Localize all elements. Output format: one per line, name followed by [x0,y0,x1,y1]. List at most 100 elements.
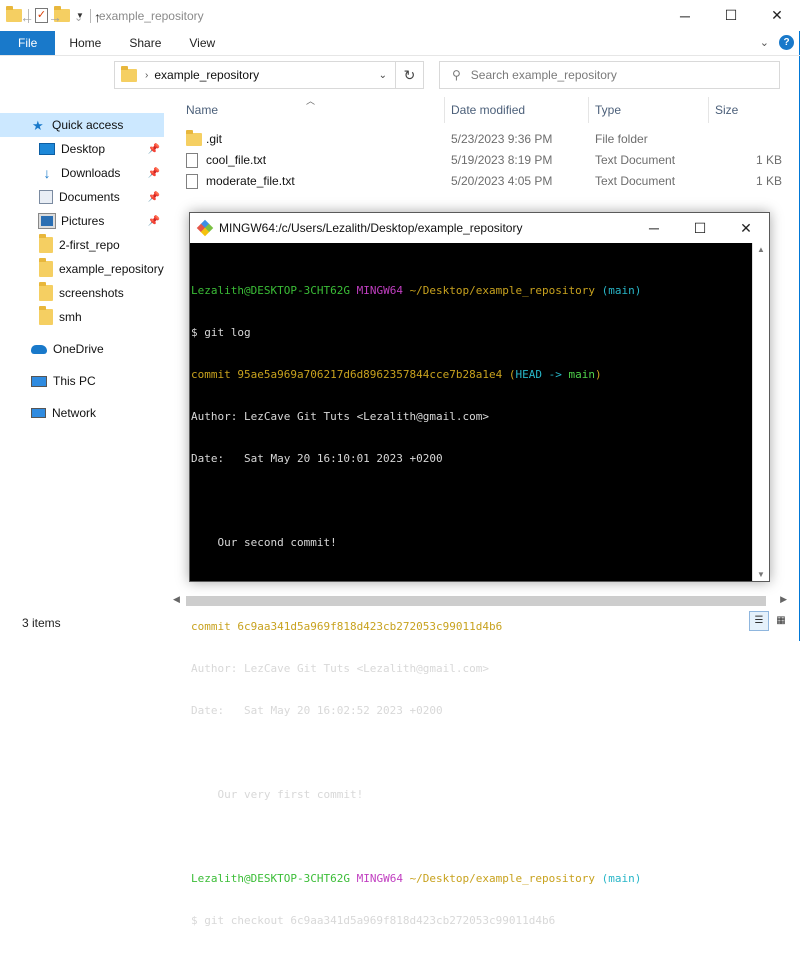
sidebar-item-example-repository[interactable]: example_repository [0,257,164,281]
date-line: Date: Sat May 20 16:10:01 2023 +0200 [191,452,443,465]
file-explorer-window: ✓ ▼ example_repository ─ ☐ ✕ File Home S… [0,0,800,927]
command-line: $ git checkout 6c9aa341d5a969f818d423cb2… [191,914,556,927]
search-icon: ⚲ [452,68,461,82]
navigation-pane: ★ Quick access Desktop 📌 ↓ Downloads 📌 D… [0,96,170,596]
folder-icon [39,258,53,277]
address-path[interactable]: example_repository [154,68,259,82]
sidebar-item-documents[interactable]: Documents 📌 [0,185,164,209]
column-header-date[interactable]: Date modified [451,98,525,122]
back-button[interactable]: ← [20,9,34,25]
file-date: 5/23/2023 9:36 PM [451,132,553,146]
terminal-minimize-button[interactable]: ─ [631,213,677,243]
commit-hash-line: commit 6c9aa341d5a969f818d423cb272053c99… [191,620,503,633]
help-icon[interactable]: ? [779,35,794,50]
address-bar[interactable]: › example_repository ⌄ [114,61,396,89]
sidebar-item-network[interactable]: Network [0,401,164,425]
file-row[interactable]: moderate_file.txt 5/20/2023 4:05 PM Text… [182,170,792,191]
sidebar-item-desktop[interactable]: Desktop 📌 [0,137,164,161]
cloud-icon [31,344,47,354]
file-date: 5/20/2023 4:05 PM [451,174,553,188]
sidebar-item-smh[interactable]: smh [0,305,164,329]
text-file-icon [186,174,198,189]
terminal-scrollbar[interactable]: ▲ ▼ [752,243,769,581]
file-size: 1 KB [755,153,782,167]
desktop-icon [39,143,55,155]
column-divider[interactable] [588,97,589,123]
refresh-button[interactable]: ↻ [396,61,424,89]
recent-locations-button[interactable]: ⌄ [74,11,83,24]
sidebar-item-downloads[interactable]: ↓ Downloads 📌 [0,161,164,185]
commit-message: Our second commit! [191,536,337,549]
sidebar-item-onedrive[interactable]: OneDrive [0,337,164,361]
download-icon: ↓ [43,165,51,181]
terminal-close-button[interactable]: ✕ [723,213,769,243]
documents-icon [39,190,53,204]
column-header-name[interactable]: Name [186,98,218,122]
file-type: Text Document [595,174,676,188]
close-button[interactable]: ✕ [754,0,800,31]
sidebar-item-pictures[interactable]: Pictures 📌 [0,209,164,233]
sidebar-item-quick-access[interactable]: ★ Quick access [0,113,164,137]
scroll-up-icon[interactable]: ▲ [757,245,765,254]
chevron-right-icon[interactable]: › [145,70,148,81]
window-title: example_repository [98,8,204,23]
file-type: Text Document [595,153,676,167]
folder-icon [121,65,137,82]
file-name: moderate_file.txt [206,174,295,188]
prompt-line: Lezalith@DESKTOP-3CHT62G MINGW64 ~/Deskt… [191,284,642,297]
terminal-window[interactable]: MINGW64:/c/Users/Lezalith/Desktop/exampl… [189,212,770,927]
pin-icon: 📌 [147,215,160,227]
file-name: cool_file.txt [206,153,267,167]
tab-file[interactable]: File [0,31,56,55]
tab-share[interactable]: Share [115,31,175,55]
author-line: Author: LezCave Git Tuts <Lezalith@gmail… [191,410,490,423]
file-type: File folder [595,132,648,146]
commit-hash-line: commit 95ae5a969a706217d6d8962357844cce7… [191,368,602,381]
forward-button[interactable]: → [48,9,62,25]
scroll-left-icon[interactable]: ◀ [173,594,180,605]
sidebar-item-this-pc[interactable]: This PC [0,369,164,393]
ribbon-tabs: File Home Share View ⌄ ? [0,31,800,56]
column-header-type[interactable]: Type [595,98,621,122]
maximize-button[interactable]: ☐ [708,0,754,31]
minimize-button[interactable]: ─ [662,0,708,31]
mingw-icon [196,219,214,237]
terminal-output[interactable]: Lezalith@DESKTOP-3CHT62G MINGW64 ~/Deskt… [191,256,751,956]
pictures-icon [38,213,56,229]
command-line: $ git log [191,326,251,339]
up-button[interactable]: ↑ [94,9,101,25]
star-icon: ★ [32,118,44,133]
file-row[interactable]: cool_file.txt 5/19/2023 8:19 PM Text Doc… [182,149,792,170]
folder-icon [39,282,53,301]
sidebar-item-2-first-repo[interactable]: 2-first_repo [0,233,164,257]
divider [89,8,91,23]
network-icon [31,408,46,418]
text-file-icon [186,153,198,168]
file-row[interactable]: .git 5/23/2023 9:36 PM File folder [182,128,792,149]
terminal-title-bar: MINGW64:/c/Users/Lezalith/Desktop/exampl… [190,213,769,243]
prompt-line: Lezalith@DESKTOP-3CHT62G MINGW64 ~/Deskt… [191,872,642,885]
sort-ascending-icon: ︿ [306,96,316,106]
search-placeholder: Search example_repository [470,68,617,82]
properties-icon[interactable]: ✓ [35,8,48,23]
pin-icon: 📌 [147,167,160,179]
terminal-maximize-button[interactable]: ☐ [677,213,723,243]
tab-home[interactable]: Home [55,31,115,55]
column-header-size[interactable]: Size [715,98,738,122]
terminal-title: MINGW64:/c/Users/Lezalith/Desktop/exampl… [219,221,523,235]
pin-icon: 📌 [147,191,160,203]
scroll-down-icon[interactable]: ▼ [757,570,765,579]
details-view-icon[interactable]: ☰ [749,611,769,631]
column-divider[interactable] [708,97,709,123]
search-input[interactable]: ⚲ Search example_repository [439,61,780,89]
scroll-right-icon[interactable]: ▶ [780,594,787,605]
address-history-dropdown[interactable]: ⌄ [379,70,387,81]
tab-view[interactable]: View [175,31,229,55]
sidebar-item-screenshots[interactable]: screenshots [0,281,164,305]
chevron-down-icon[interactable]: ⌄ [760,36,769,49]
column-divider[interactable] [444,97,445,123]
large-icons-view-icon[interactable]: ▦ [771,611,791,631]
file-name: .git [206,132,223,146]
